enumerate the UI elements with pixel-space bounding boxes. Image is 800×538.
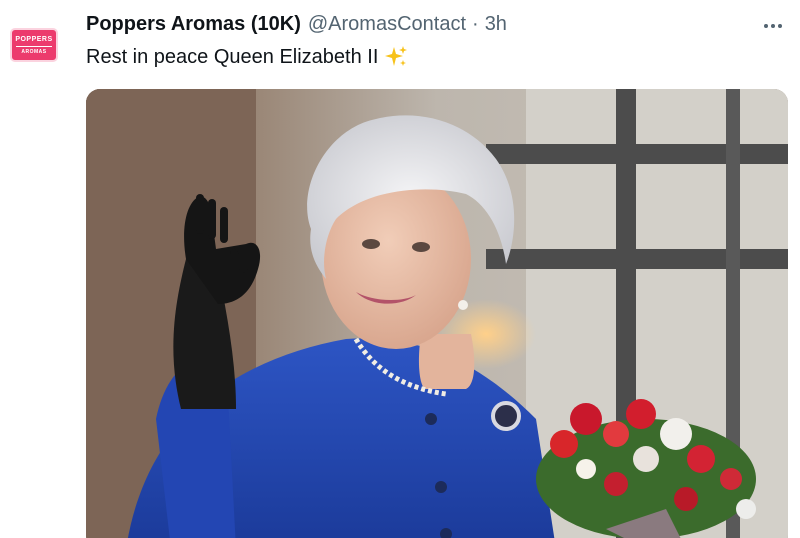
timestamp[interactable]: 3h xyxy=(485,13,507,36)
sparkles-icon xyxy=(385,46,408,66)
tweet-header: Poppers Aromas (10K) @AromasContact · 3h xyxy=(86,13,507,39)
photo-illustration xyxy=(86,89,788,538)
avatar-logo-text-bottom: AROMAS xyxy=(21,48,47,55)
avatar-logo-text-top: POPPERS xyxy=(15,35,53,43)
more-dot-icon xyxy=(771,24,775,28)
avatar-logo: POPPERS AROMAS xyxy=(10,28,58,62)
tweet-body: Rest in peace Queen Elizabeth II xyxy=(86,45,408,69)
display-name[interactable]: Poppers Aromas (10K) xyxy=(86,13,301,36)
tweet-photo[interactable] xyxy=(86,89,788,538)
tweet-text: Rest in peace Queen Elizabeth II xyxy=(86,45,379,68)
separator-dot: · xyxy=(472,13,479,35)
avatar[interactable]: POPPERS AROMAS xyxy=(8,24,60,66)
more-dot-icon xyxy=(764,24,768,28)
more-dot-icon xyxy=(778,24,782,28)
avatar-logo-divider xyxy=(16,45,52,47)
user-handle[interactable]: @AromasContact xyxy=(308,13,466,36)
more-options-button[interactable] xyxy=(757,12,789,40)
